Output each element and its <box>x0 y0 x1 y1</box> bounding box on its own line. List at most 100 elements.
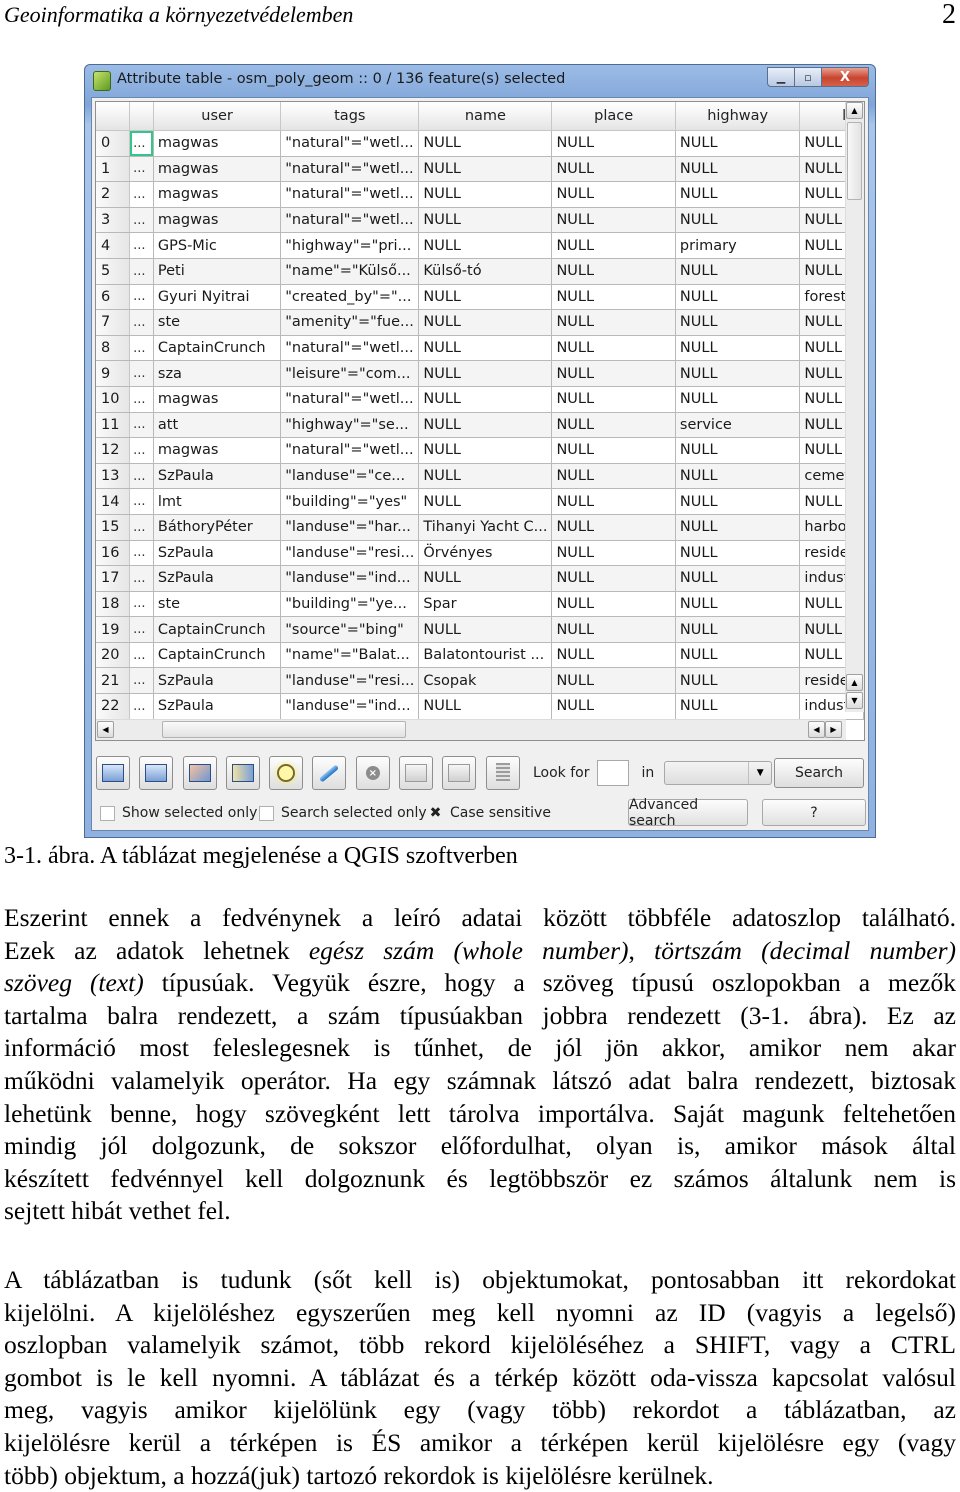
table-row[interactable]: 21... SzPaula "landuse"="resi... Csopak NULL… <box>96 667 864 695</box>
row-open-cell[interactable]: ... <box>129 437 154 464</box>
tags-cell[interactable]: "name"="Külső... <box>280 258 420 285</box>
tags-cell[interactable]: "building"="ye... <box>280 591 420 618</box>
row-id-cell[interactable]: 18 <box>96 591 131 618</box>
row-open-cell[interactable]: ... <box>129 386 154 413</box>
highway-cell[interactable]: NULL <box>675 616 801 643</box>
place-cell[interactable]: NULL <box>551 309 676 336</box>
name-cell[interactable]: NULL <box>418 616 553 643</box>
name-cell[interactable]: NULL <box>418 463 553 490</box>
corner-header[interactable] <box>96 102 131 131</box>
name-cell[interactable]: NULL <box>418 284 553 311</box>
highway-cell[interactable]: NULL <box>675 284 801 311</box>
row-id-cell[interactable]: 9 <box>96 360 131 387</box>
row-open-cell[interactable]: ... <box>129 540 154 567</box>
table-row[interactable]: 4... GPS-Mic "highway"="pri... NULL NULL prim… <box>96 232 864 259</box>
name-cell[interactable]: NULL <box>418 309 553 336</box>
user-cell[interactable]: lmt <box>153 488 282 515</box>
row-open-cell[interactable]: ... <box>129 488 154 515</box>
user-cell[interactable]: magwas <box>153 207 282 234</box>
tags-cell[interactable]: "natural"="wetl... <box>280 181 420 208</box>
row-open-cell[interactable]: ... <box>129 616 154 643</box>
case-sensitive-checkbox[interactable]: ✖ Case sensitive <box>428 805 551 821</box>
column-header-highway[interactable]: highway <box>675 102 801 131</box>
name-cell[interactable]: NULL <box>418 565 553 592</box>
table-row[interactable]: 10... magwas "natural"="wetl... NULL NULL NUL… <box>96 386 864 413</box>
place-cell[interactable]: NULL <box>551 386 676 413</box>
highway-cell[interactable]: NULL <box>675 360 801 387</box>
user-cell[interactable]: CaptainCrunch <box>153 616 282 643</box>
highway-cell[interactable]: NULL <box>675 540 801 567</box>
place-cell[interactable]: NULL <box>551 284 676 311</box>
place-cell[interactable]: NULL <box>551 667 676 695</box>
scroll-up-button[interactable]: ▲ <box>846 102 863 119</box>
place-cell[interactable]: NULL <box>551 591 676 618</box>
row-open-cell[interactable]: ... <box>129 130 154 157</box>
place-cell[interactable]: NULL <box>551 437 676 464</box>
scroll-left-button[interactable]: ◀ <box>97 721 114 738</box>
place-cell[interactable]: NULL <box>551 335 676 362</box>
tags-cell[interactable]: "landuse"="resi... <box>280 540 420 567</box>
tags-cell[interactable]: "landuse"="ind... <box>280 565 420 592</box>
name-cell[interactable]: Csopak <box>418 667 553 695</box>
place-cell[interactable]: NULL <box>551 616 676 643</box>
user-cell[interactable]: magwas <box>153 130 282 157</box>
tags-cell[interactable]: "natural"="wetl... <box>280 386 420 413</box>
title-bar[interactable]: Attribute table - osm_poly_geom :: 0 / 1… <box>85 65 875 97</box>
user-cell[interactable]: att <box>153 412 282 439</box>
tags-cell[interactable]: "natural"="wetl... <box>280 207 420 234</box>
name-cell[interactable]: Balatontourist ... <box>418 642 553 669</box>
user-cell[interactable]: SzPaula <box>153 463 282 490</box>
tags-cell[interactable]: "amenity"="fue... <box>280 309 420 336</box>
tags-cell[interactable]: "created_by"="... <box>280 284 420 311</box>
place-cell[interactable]: NULL <box>551 258 676 285</box>
delete-selected-button[interactable]: × <box>355 756 390 790</box>
row-open-cell[interactable]: ... <box>129 565 154 592</box>
place-cell[interactable]: NULL <box>551 207 676 234</box>
highway-cell[interactable]: primary <box>675 232 801 259</box>
tags-cell[interactable]: "landuse"="har... <box>280 514 420 541</box>
place-cell[interactable]: NULL <box>551 412 676 439</box>
place-cell[interactable]: NULL <box>551 514 676 541</box>
name-cell[interactable]: NULL <box>418 130 553 157</box>
move-selected-to-top-button[interactable] <box>225 756 260 790</box>
user-cell[interactable]: SzPaula <box>153 667 282 695</box>
name-cell[interactable]: NULL <box>418 360 553 387</box>
search-button[interactable]: Search <box>774 758 864 788</box>
tags-cell[interactable]: "natural"="wetl... <box>280 437 420 464</box>
user-cell[interactable]: CaptainCrunch <box>153 335 282 362</box>
highway-cell[interactable]: NULL <box>675 642 801 669</box>
user-cell[interactable]: SzPaula <box>153 565 282 592</box>
checkbox-checked-icon[interactable]: ✖ <box>428 806 443 821</box>
user-cell[interactable]: magwas <box>153 437 282 464</box>
highway-cell[interactable]: NULL <box>675 514 801 541</box>
look-for-input[interactable] <box>597 760 630 786</box>
scroll-up-button-lower[interactable]: ▲ <box>846 674 863 691</box>
table-row[interactable]: 2... magwas "natural"="wetl... NULL NULL NULL… <box>96 181 864 208</box>
row-id-cell[interactable]: 2 <box>96 181 131 208</box>
table-row[interactable]: 19... CaptainCrunch "source"="bing" NULL NUL… <box>96 616 864 643</box>
column-header-place[interactable]: place <box>551 102 676 131</box>
table-row[interactable]: 8... CaptainCrunch "natural"="wetl... NULL N… <box>96 335 864 362</box>
name-cell[interactable]: Örvényes <box>418 540 553 567</box>
delete-column-button[interactable] <box>442 756 477 790</box>
row-id-cell[interactable]: 21 <box>96 667 131 695</box>
tags-cell[interactable]: "highway"="se... <box>280 412 420 439</box>
place-cell[interactable]: NULL <box>551 463 676 490</box>
row-id-cell[interactable]: 1 <box>96 156 131 183</box>
place-cell[interactable]: NULL <box>551 360 676 387</box>
highway-cell[interactable]: NULL <box>675 335 801 362</box>
user-cell[interactable]: BáthoryPéter <box>153 514 282 541</box>
minimize-button[interactable]: ▁ <box>767 67 795 87</box>
user-cell[interactable]: SzPaula <box>153 540 282 567</box>
name-cell[interactable]: NULL <box>418 693 553 720</box>
row-open-cell[interactable]: ... <box>129 232 154 259</box>
highway-cell[interactable]: NULL <box>675 463 801 490</box>
row-id-cell[interactable]: 3 <box>96 207 131 234</box>
table-row[interactable]: 6... Gyuri Nyitrai "created_by"="... NULL NU… <box>96 284 864 311</box>
help-button[interactable]: ? <box>762 799 866 826</box>
row-open-cell[interactable]: ... <box>129 642 154 669</box>
tags-cell[interactable]: "name"="Balat... <box>280 642 420 669</box>
table-row[interactable]: 7... ste "amenity"="fue... NULL NULL NULL NULL <box>96 309 864 336</box>
scroll-left-button-right[interactable]: ◀ <box>808 721 825 738</box>
row-id-cell[interactable]: 8 <box>96 335 131 362</box>
